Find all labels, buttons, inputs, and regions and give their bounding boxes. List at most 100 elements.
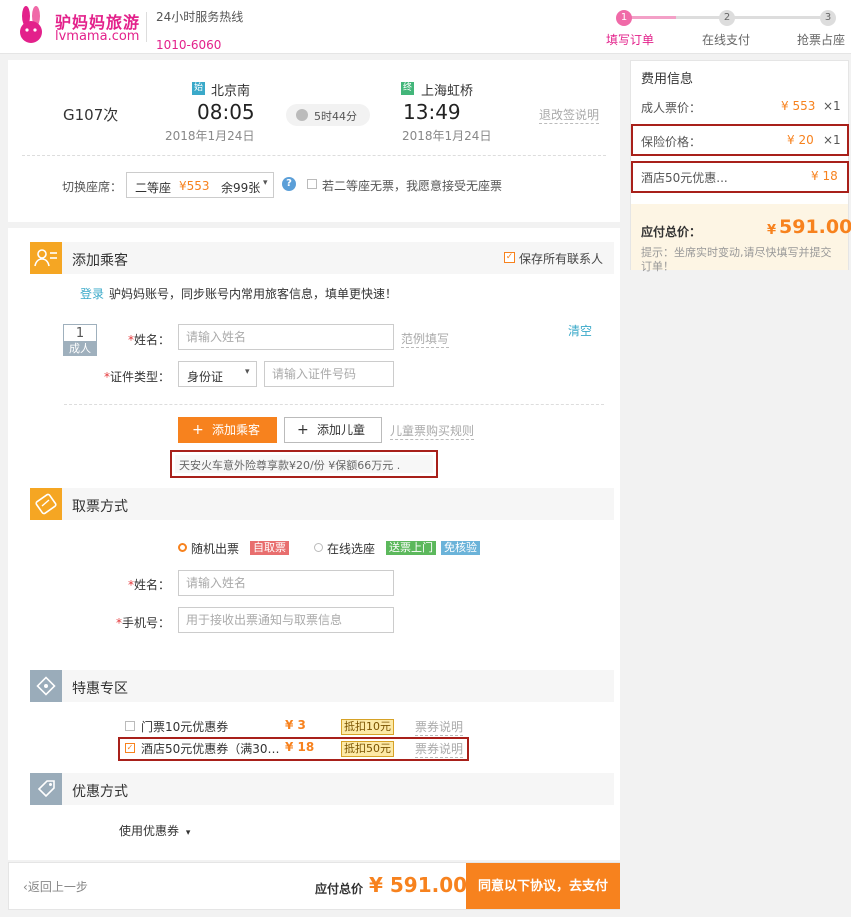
deal-2-price: ¥ 18 [285,740,315,754]
passenger-type: 成人 [64,341,96,356]
step-1-label: 填写订单 [606,33,655,47]
plus-icon: + [297,422,309,438]
add-child-label: 添加儿童 [317,423,366,437]
child-ticket-rules-link[interactable]: 儿童票购买规则 [390,422,475,440]
seat-class: 二等座 [135,181,172,195]
seat-price: ¥553 [179,179,210,193]
seat-select[interactable]: 二等座 ¥553 余99张 ▾ [126,172,274,198]
deal-2-checkbox[interactable]: ✓ [125,743,135,753]
deal-2-info-link[interactable]: 票券说明 [415,740,464,758]
random-ticket-radio[interactable] [178,543,187,552]
sidebar-total-label: 应付总价： [641,225,702,239]
bottom-total-value: ¥ 591.00 [369,873,468,897]
fee-info-title: 费用信息 [641,72,694,87]
back-link[interactable]: ‹返回上一步 [23,878,88,895]
to-station: 上海虹桥 [421,84,474,99]
online-seat-radio[interactable] [314,543,323,552]
refund-rules-link[interactable]: 退改签说明 [539,106,600,124]
duration-text: 5时44分 [314,110,357,123]
end-station-badge: 终 [401,82,414,95]
pickup-name-input[interactable]: 请输入姓名 [178,570,394,596]
help-icon[interactable]: ? [282,177,296,191]
chevron-down-icon: ▾ [245,367,250,377]
sidebar-hint: 提示：坐席实时变动,请尽快填写并提交订单！ [641,246,832,273]
pay-button[interactable]: 同意以下协议，去支付 [466,863,620,909]
seat-remain: 余99张 [221,181,261,195]
id-type-label: *证件类型： [103,370,170,384]
depart-time: 08:05 [197,100,255,124]
train-number: G107次 [63,106,119,124]
train-info-card: G107次 始 北京南 08:05 2018年1月24日 5时44分 终 上海虹… [8,60,620,222]
adult-fare-price: ¥ 553 [781,99,816,113]
step-1-circle: 1 [616,10,632,26]
depart-date: 2018年1月24日 [165,129,255,143]
insurance-bar[interactable]: 天安火车意外险尊享款¥20/份 ¥保额66万元 . [175,455,433,473]
passenger-index-badge: 1 成人 [63,324,97,356]
save-contacts-checkbox[interactable]: ✓ [504,252,515,263]
site-header: 驴妈妈旅游 lvmama.com 24小时服务热线 1010-6060 1 2 … [0,0,851,54]
no-seat-checkbox[interactable] [307,179,317,189]
seat-switch-label: 切换座席： [62,180,123,194]
chevron-down-icon: ▾ [263,178,268,188]
discount-section-header: 优惠方式 [30,773,614,805]
passenger-name-input[interactable]: 请输入姓名 [178,324,394,350]
insurance-fee-qty: ×1 [823,133,841,147]
step-3-label: 抢票占座 [797,33,846,47]
deal-1-name: 门票10元优惠券 [141,720,229,734]
step-progress-line [628,16,676,19]
id-type-value: 身份证 [187,370,224,384]
deal-1-checkbox[interactable] [125,721,135,731]
arrive-date: 2018年1月24日 [402,129,492,143]
random-ticket-label: 随机出票 [191,542,240,556]
id-type-select[interactable]: 身份证 ▾ [178,361,257,387]
hotel-fee-price: ¥ 18 [811,169,838,183]
add-passenger-label: 添加乘客 [212,423,261,437]
login-link[interactable]: 登录 [80,285,104,302]
insurance-fee-price: ¥ 20 [787,133,814,147]
fee-info-panel: 费用信息 成人票价： ¥ 553 ×1 保险价格： ¥ 20 ×1 酒店50元优… [630,60,851,273]
person-card-icon [30,242,62,274]
deals-section-title: 特惠专区 [72,681,128,697]
logo-domain[interactable]: lvmama.com [55,29,139,44]
phone-label: *手机号： [115,616,170,630]
hotline-label: 24小时服务热线 [156,10,244,24]
passenger-index: 1 [75,326,85,341]
adult-fare-label: 成人票价： [641,101,702,115]
hotline-number: 1010-6060 [156,38,222,52]
bottom-total-label: 应付总价 [315,882,364,896]
insurance-text: 天安火车意外险尊享款¥20/份 ¥保额66万元 . [179,459,401,472]
online-seat-label: 在线选座 [327,542,376,556]
checkout-bar: ‹返回上一步 应付总价 ¥ 591.00 同意以下协议，去支付 [8,862,620,910]
clear-link[interactable]: 清空 [568,322,592,339]
add-passenger-button[interactable]: + 添加乘客 [178,417,277,443]
discount-section-title: 优惠方式 [72,784,128,800]
duration-pill: 5时44分 [286,104,370,126]
passenger-section-header: 添加乘客 ✓ 保存所有联系人 [30,242,614,274]
step-2-circle: 2 [719,10,735,26]
deal-2-name: 酒店50元优惠券（满30… [141,742,280,756]
header-divider [146,12,147,42]
chevron-down-icon: ▾ [185,828,191,838]
add-child-button[interactable]: + 添加儿童 [284,417,382,443]
id-number-input[interactable]: 请输入证件号码 [264,361,394,387]
start-station-badge: 始 [192,82,205,95]
deal-1-info-link[interactable]: 票券说明 [415,718,464,736]
clock-icon [296,109,308,121]
use-coupon-dropdown[interactable]: 使用优惠券 ▾ [119,822,190,839]
divider [64,404,604,405]
deal-1-tag: 抵扣10元 [341,719,394,735]
example-fill-link[interactable]: 范例填写 [401,330,450,348]
step-3-circle: 3 [820,10,836,26]
delivery-tag: 送票上门 [386,541,436,555]
arrive-time: 13:49 [403,100,461,124]
divider [22,155,606,156]
coupon-diamond-icon [30,670,62,702]
price-tag-icon [30,773,62,805]
use-coupon-label: 使用优惠券 [119,824,180,838]
hotel-fee-label: 酒店50元优惠... [641,171,728,185]
rabbit-logo-icon[interactable] [14,6,50,44]
phone-input[interactable]: 用于接收出票通知与取票信息 [178,607,394,633]
insurance-fee-label: 保险价格： [641,135,702,149]
deals-section-header: 特惠专区 [30,670,614,702]
from-station: 北京南 [211,84,251,99]
